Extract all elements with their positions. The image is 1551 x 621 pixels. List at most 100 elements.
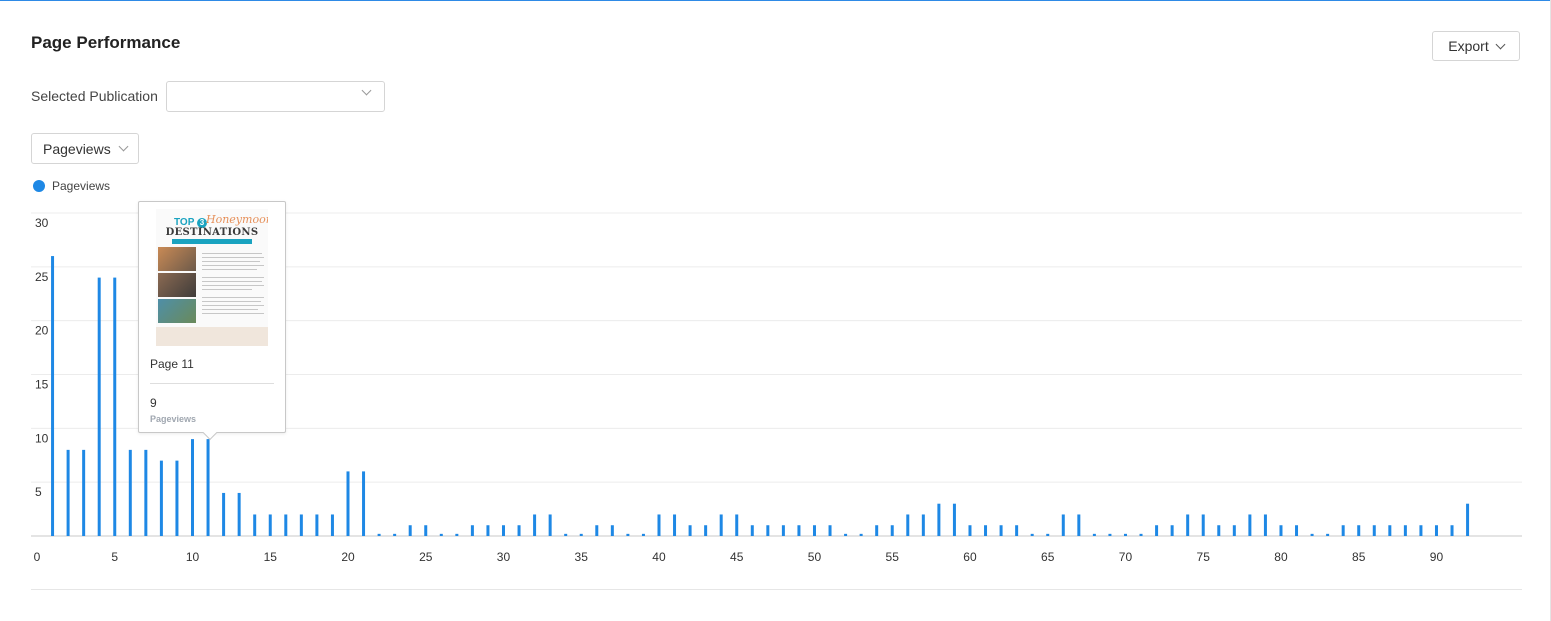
bar bbox=[1466, 503, 1470, 536]
thumbnail-photo bbox=[158, 299, 196, 323]
x-axis-ticks: 0 5 10 15 20 25 30 35 40 45 50 55 60 65 70 75 80 85 90 bbox=[34, 550, 1444, 564]
bar bbox=[673, 514, 677, 536]
thumbnail-text-line bbox=[202, 309, 258, 310]
bar bbox=[1388, 525, 1392, 536]
thumbnail-text-line bbox=[202, 305, 264, 306]
bar bbox=[1357, 525, 1361, 536]
bar bbox=[517, 525, 521, 536]
bar bbox=[533, 514, 537, 536]
bar bbox=[113, 277, 117, 536]
y-tick-label: 30 bbox=[35, 216, 49, 230]
x-tick-label: 80 bbox=[1274, 550, 1288, 564]
y-axis-ticks: 5 10 15 20 25 30 bbox=[35, 216, 49, 499]
bar bbox=[704, 525, 708, 536]
bar bbox=[812, 525, 816, 536]
thumbnail-photo bbox=[158, 247, 196, 271]
bar bbox=[797, 525, 801, 536]
thumbnail-text-line bbox=[202, 253, 262, 254]
thumbnail-text-line bbox=[202, 313, 264, 314]
bar bbox=[952, 503, 956, 536]
bar bbox=[424, 525, 428, 536]
bar bbox=[1295, 525, 1299, 536]
bar bbox=[875, 525, 879, 536]
bar bbox=[579, 533, 583, 536]
x-tick-label: 20 bbox=[341, 550, 355, 564]
x-tick-label: 85 bbox=[1352, 550, 1366, 564]
bar bbox=[299, 514, 303, 536]
x-tick-label: 50 bbox=[808, 550, 822, 564]
thumbnail-text-line bbox=[202, 281, 262, 282]
bar bbox=[237, 492, 241, 536]
bar bbox=[626, 533, 630, 536]
bar bbox=[750, 525, 754, 536]
bar bbox=[1170, 525, 1174, 536]
bar bbox=[984, 525, 988, 536]
bar bbox=[346, 471, 350, 536]
bar bbox=[657, 514, 661, 536]
y-tick-label: 10 bbox=[35, 431, 49, 445]
bar bbox=[548, 514, 552, 536]
bar bbox=[859, 533, 863, 536]
bar bbox=[97, 277, 101, 536]
bar bbox=[377, 533, 381, 536]
bar bbox=[1326, 533, 1330, 536]
bar bbox=[1030, 533, 1034, 536]
thumbnail-footer bbox=[156, 327, 268, 346]
y-tick-label: 25 bbox=[35, 270, 49, 284]
bar bbox=[439, 533, 443, 536]
bar bbox=[470, 525, 474, 536]
thumbnail-text-line bbox=[202, 297, 264, 298]
bar bbox=[968, 525, 972, 536]
bar bbox=[1046, 533, 1050, 536]
bar bbox=[284, 514, 288, 536]
bar bbox=[1279, 525, 1283, 536]
bar bbox=[66, 449, 70, 536]
chart-bottom-divider bbox=[31, 589, 1522, 590]
bar bbox=[206, 439, 210, 536]
thumbnail-text-line bbox=[202, 285, 264, 286]
tooltip-value: 9 bbox=[150, 396, 157, 410]
bar bbox=[828, 525, 832, 536]
bar bbox=[1186, 514, 1190, 536]
thumbnail-photo bbox=[158, 273, 196, 297]
thumbnail-text-line bbox=[202, 277, 264, 278]
bar bbox=[1341, 525, 1345, 536]
bar bbox=[486, 525, 490, 536]
y-tick-label: 20 bbox=[35, 324, 49, 338]
y-tick-label: 5 bbox=[35, 485, 42, 499]
bar bbox=[1232, 525, 1236, 536]
x-tick-label: 60 bbox=[963, 550, 977, 564]
bar bbox=[222, 492, 226, 536]
bar bbox=[330, 514, 334, 536]
bar bbox=[595, 525, 599, 536]
thumbnail-band bbox=[172, 239, 252, 244]
x-tick-label: 90 bbox=[1430, 550, 1444, 564]
bar bbox=[1248, 514, 1252, 536]
bar bbox=[1201, 514, 1205, 536]
bar bbox=[128, 449, 132, 536]
x-tick-label: 75 bbox=[1197, 550, 1211, 564]
thumbnail-headline: DESTINATIONS bbox=[165, 227, 259, 238]
bar bbox=[719, 514, 723, 536]
bar bbox=[82, 449, 86, 536]
thumbnail-text-line bbox=[202, 289, 252, 290]
bar bbox=[315, 514, 319, 536]
x-tick-label: 55 bbox=[886, 550, 900, 564]
bar bbox=[1155, 525, 1159, 536]
bar bbox=[1372, 525, 1376, 536]
x-tick-label: 35 bbox=[575, 550, 589, 564]
bar bbox=[688, 525, 692, 536]
page-tooltip: TOP 3 Honeymoon DESTINATIONS Page 11 9 P… bbox=[138, 201, 286, 433]
bar bbox=[159, 460, 163, 536]
x-tick-label: 15 bbox=[264, 550, 278, 564]
bar bbox=[766, 525, 770, 536]
tooltip-page-label: Page 11 bbox=[150, 357, 194, 371]
bar bbox=[1217, 525, 1221, 536]
x-tick-label: 10 bbox=[186, 550, 200, 564]
x-tick-label: 40 bbox=[652, 550, 666, 564]
bar bbox=[781, 525, 785, 536]
bar bbox=[408, 525, 412, 536]
bar bbox=[1419, 525, 1423, 536]
thumbnail-text-line bbox=[202, 269, 257, 270]
tooltip-metric: Pageviews bbox=[150, 414, 197, 424]
